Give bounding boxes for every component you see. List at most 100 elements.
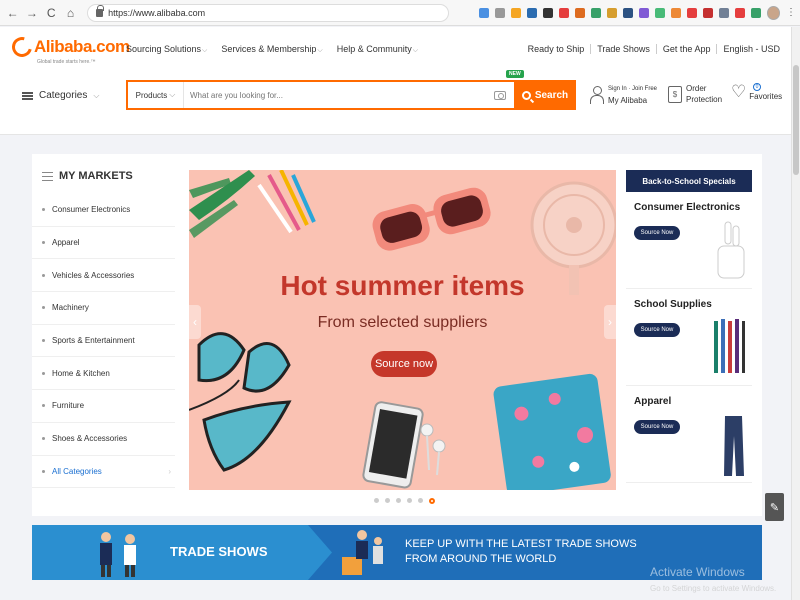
star-icon[interactable]: [494, 7, 505, 18]
chevron-down-icon: ⌵: [202, 47, 208, 54]
extension-icon[interactable]: [638, 7, 649, 18]
search-input[interactable]: [184, 82, 494, 108]
extension-icon[interactable]: [590, 7, 601, 18]
nav-ready-to-ship[interactable]: Ready to Ship: [522, 44, 591, 54]
special-card-apparel[interactable]: Apparel Source Now: [626, 386, 752, 483]
banner-subtitle: From selected suppliers: [317, 314, 488, 331]
phone-icon: [362, 401, 424, 489]
browser-toolbar: ← → C ⌂ https://www.alibaba.com ⋮: [0, 0, 800, 26]
nav-trade-shows[interactable]: Trade Shows: [590, 44, 656, 54]
jeans-icon: [724, 416, 744, 476]
source-now-button[interactable]: Source Now: [634, 420, 680, 434]
extension-icon[interactable]: [702, 7, 713, 18]
extension-icon[interactable]: [654, 7, 665, 18]
my-markets-title: MY MARKETS: [42, 170, 133, 182]
source-now-button[interactable]: Source Now: [634, 226, 680, 240]
market-item[interactable]: Machinery: [32, 292, 175, 325]
market-item[interactable]: Apparel: [32, 227, 175, 260]
banner-next-button[interactable]: ›: [604, 305, 616, 339]
extension-icon[interactable]: [526, 7, 537, 18]
bikini-icon: [189, 332, 292, 472]
nav-sourcing-solutions[interactable]: Sourcing Solutions⌵: [126, 44, 207, 55]
home-icon[interactable]: ⌂: [64, 6, 77, 20]
extension-icon[interactable]: [542, 7, 553, 18]
carousel-dot[interactable]: [396, 498, 401, 503]
special-card-school-supplies[interactable]: School Supplies Source Now: [626, 289, 752, 386]
search-button[interactable]: NEW Search: [506, 70, 576, 110]
heart-icon: ♡: [731, 82, 747, 101]
camera-icon[interactable]: [494, 90, 506, 100]
market-item[interactable]: Vehicles & Accessories: [32, 259, 175, 293]
nav-services-membership[interactable]: Services & Membership⌵: [221, 44, 322, 55]
page-scrollbar[interactable]: [791, 27, 800, 600]
extension-icon[interactable]: [670, 7, 681, 18]
logo-tagline: Global trade starts here.™: [37, 59, 96, 65]
order-protection-line2: Protection: [686, 95, 723, 104]
order-protection-line1: Order: [686, 84, 707, 93]
chevron-down-icon: ⌵: [317, 47, 323, 54]
my-alibaba-link[interactable]: My Alibaba: [608, 95, 657, 107]
activate-windows-subtext: Go to Settings to activate Windows.: [650, 584, 777, 593]
banner-prev-button[interactable]: ‹: [189, 305, 201, 339]
address-bar[interactable]: https://www.alibaba.com: [87, 3, 449, 22]
list-icon: [42, 171, 53, 181]
market-list: Consumer Electronics Apparel Vehicles & …: [32, 194, 175, 489]
chevron-down-icon: ⌵: [412, 47, 419, 54]
categories-menu[interactable]: Categories ⌵: [22, 90, 99, 101]
new-badge: NEW: [506, 70, 524, 78]
special-card-title: School Supplies: [634, 299, 712, 310]
lock-icon: [96, 4, 105, 17]
feedback-icon[interactable]: ✎: [765, 493, 784, 521]
account-menu[interactable]: Sign In · Join Free My Alibaba: [590, 83, 657, 107]
search-button-label: Search: [534, 89, 569, 101]
scrollbar-thumb[interactable]: [793, 65, 799, 175]
favorites[interactable]: ♡ 0 Favorites: [731, 82, 782, 101]
extension-icon[interactable]: [750, 7, 761, 18]
special-card-consumer-electronics[interactable]: Consumer Electronics Source Now: [626, 192, 752, 289]
source-now-button[interactable]: Source Now: [634, 323, 680, 337]
extension-icon[interactable]: [606, 7, 617, 18]
back-icon[interactable]: ←: [6, 6, 19, 20]
language-currency-selector[interactable]: English - USD: [716, 44, 786, 54]
specials-header[interactable]: Back-to-School Specials: [626, 170, 752, 192]
extension-icon[interactable]: [718, 7, 729, 18]
search-icon: [521, 90, 531, 100]
order-protection[interactable]: $ Order Protection: [668, 83, 722, 105]
carousel-dot[interactable]: [374, 498, 379, 503]
market-item[interactable]: Sports & Entertainment: [32, 325, 175, 358]
back-to-school-specials: Back-to-School Specials Consumer Electro…: [626, 170, 752, 490]
carousel-dot[interactable]: [385, 498, 390, 503]
market-item[interactable]: Furniture: [32, 390, 175, 423]
extension-icon[interactable]: [558, 7, 569, 18]
hero-banner[interactable]: Hot summer items From selected suppliers…: [189, 170, 616, 490]
extension-icon[interactable]: [510, 7, 521, 18]
presenter-icon: [342, 530, 383, 575]
nav-get-the-app[interactable]: Get the App: [655, 44, 717, 54]
avatar[interactable]: [766, 5, 780, 20]
all-categories-link[interactable]: All Categories ›: [32, 456, 175, 489]
extension-icon[interactable]: [734, 7, 745, 18]
market-item[interactable]: Home & Kitchen: [32, 357, 175, 391]
pens-icon: [714, 319, 745, 373]
carousel-dot[interactable]: [407, 498, 412, 503]
extension-icons: [478, 7, 761, 18]
reload-icon[interactable]: C: [45, 6, 58, 20]
earbuds-icon: [717, 221, 745, 279]
extension-icon[interactable]: [478, 7, 489, 18]
nav-help-community[interactable]: Help & Community⌵: [337, 44, 418, 55]
source-now-button[interactable]: Source now: [371, 351, 437, 377]
carousel-dots: [374, 497, 435, 504]
forward-icon[interactable]: →: [25, 6, 38, 20]
menu-icon[interactable]: ⋮: [786, 7, 796, 18]
alibaba-logo[interactable]: Alibaba.com Global trade starts here.™: [8, 33, 130, 65]
extension-icon[interactable]: [574, 7, 585, 18]
sign-in-link[interactable]: Sign In · Join Free: [608, 83, 657, 95]
carousel-dot-active[interactable]: [429, 497, 435, 504]
carousel-dot[interactable]: [418, 498, 423, 503]
market-item[interactable]: Shoes & Accessories: [32, 423, 175, 456]
extension-icon[interactable]: [686, 7, 697, 18]
right-nav: Ready to Ship Trade Shows Get the App En…: [522, 44, 786, 54]
extension-icon[interactable]: [622, 7, 633, 18]
search-type-select[interactable]: Products ⌵: [128, 82, 184, 108]
market-item[interactable]: Consumer Electronics: [32, 194, 175, 227]
